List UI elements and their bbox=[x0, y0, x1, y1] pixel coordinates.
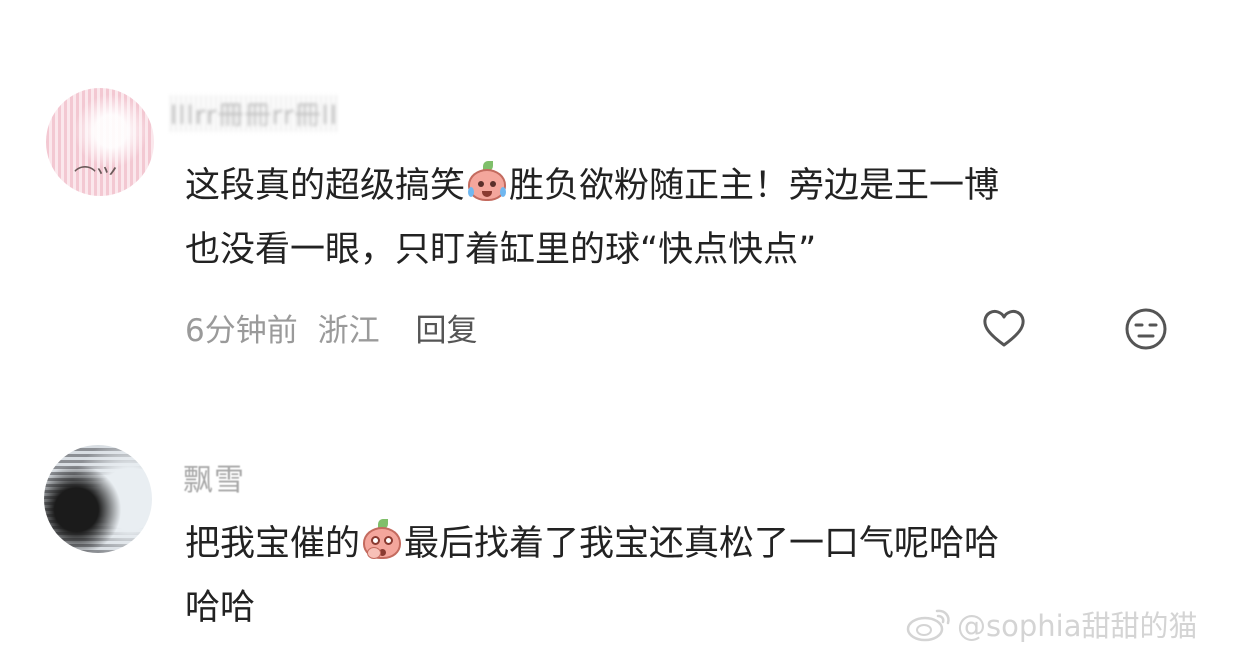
watermark: @sophia甜甜的猫 bbox=[905, 603, 1197, 645]
neutral-face-icon[interactable] bbox=[1123, 306, 1169, 352]
comment-text-part-2: 最后找着了我宝还真松了一口气呢哈哈 bbox=[404, 524, 1000, 564]
reply-button[interactable]: 回复 bbox=[415, 313, 477, 349]
comment-line-1: 这段真的超级搞笑 胜负欲粉随正主！旁边是王一博 bbox=[185, 154, 1175, 218]
watermark-text: @sophia甜甜的猫 bbox=[957, 609, 1198, 643]
comment-location: 浙江 bbox=[317, 313, 380, 349]
comment-line-2: 也没看一眼，只盯着缸里的球“快点快点” bbox=[185, 230, 817, 270]
avatar[interactable] bbox=[44, 445, 152, 553]
comment-text-part-1: 这段真的超级搞笑 bbox=[185, 166, 466, 206]
comment-line-1: 把我宝催的 最后找着了我宝还真松了一口气呢哈哈 bbox=[185, 512, 1175, 576]
comment-text: 这段真的超级搞笑 胜负欲粉随正主！旁边是王一博 也没看一眼，只盯着缸里的球“快点快… bbox=[185, 154, 1175, 282]
comment-text-part-2: 胜负欲粉随正主！旁边是王一博 bbox=[509, 166, 1000, 206]
heart-outline-icon[interactable] bbox=[981, 306, 1027, 352]
avatar[interactable]: ⌒⺍ bbox=[46, 88, 154, 196]
avatar-doodle-icon: ⌒⺍ bbox=[74, 166, 119, 191]
comment-time: 6分钟前 bbox=[185, 313, 298, 349]
username[interactable]: lllrr冊冊rr冊ll bbox=[170, 95, 338, 132]
comment-text-part-1: 把我宝催的 bbox=[185, 524, 361, 564]
weibo-logo-icon bbox=[906, 609, 950, 642]
crying-laugh-peach-emoji-icon bbox=[466, 161, 508, 203]
comment-meta: 6分钟前 浙江 回复 bbox=[185, 305, 487, 350]
shocked-peach-emoji-icon bbox=[361, 519, 403, 561]
username[interactable]: 飘雪 bbox=[183, 455, 245, 499]
